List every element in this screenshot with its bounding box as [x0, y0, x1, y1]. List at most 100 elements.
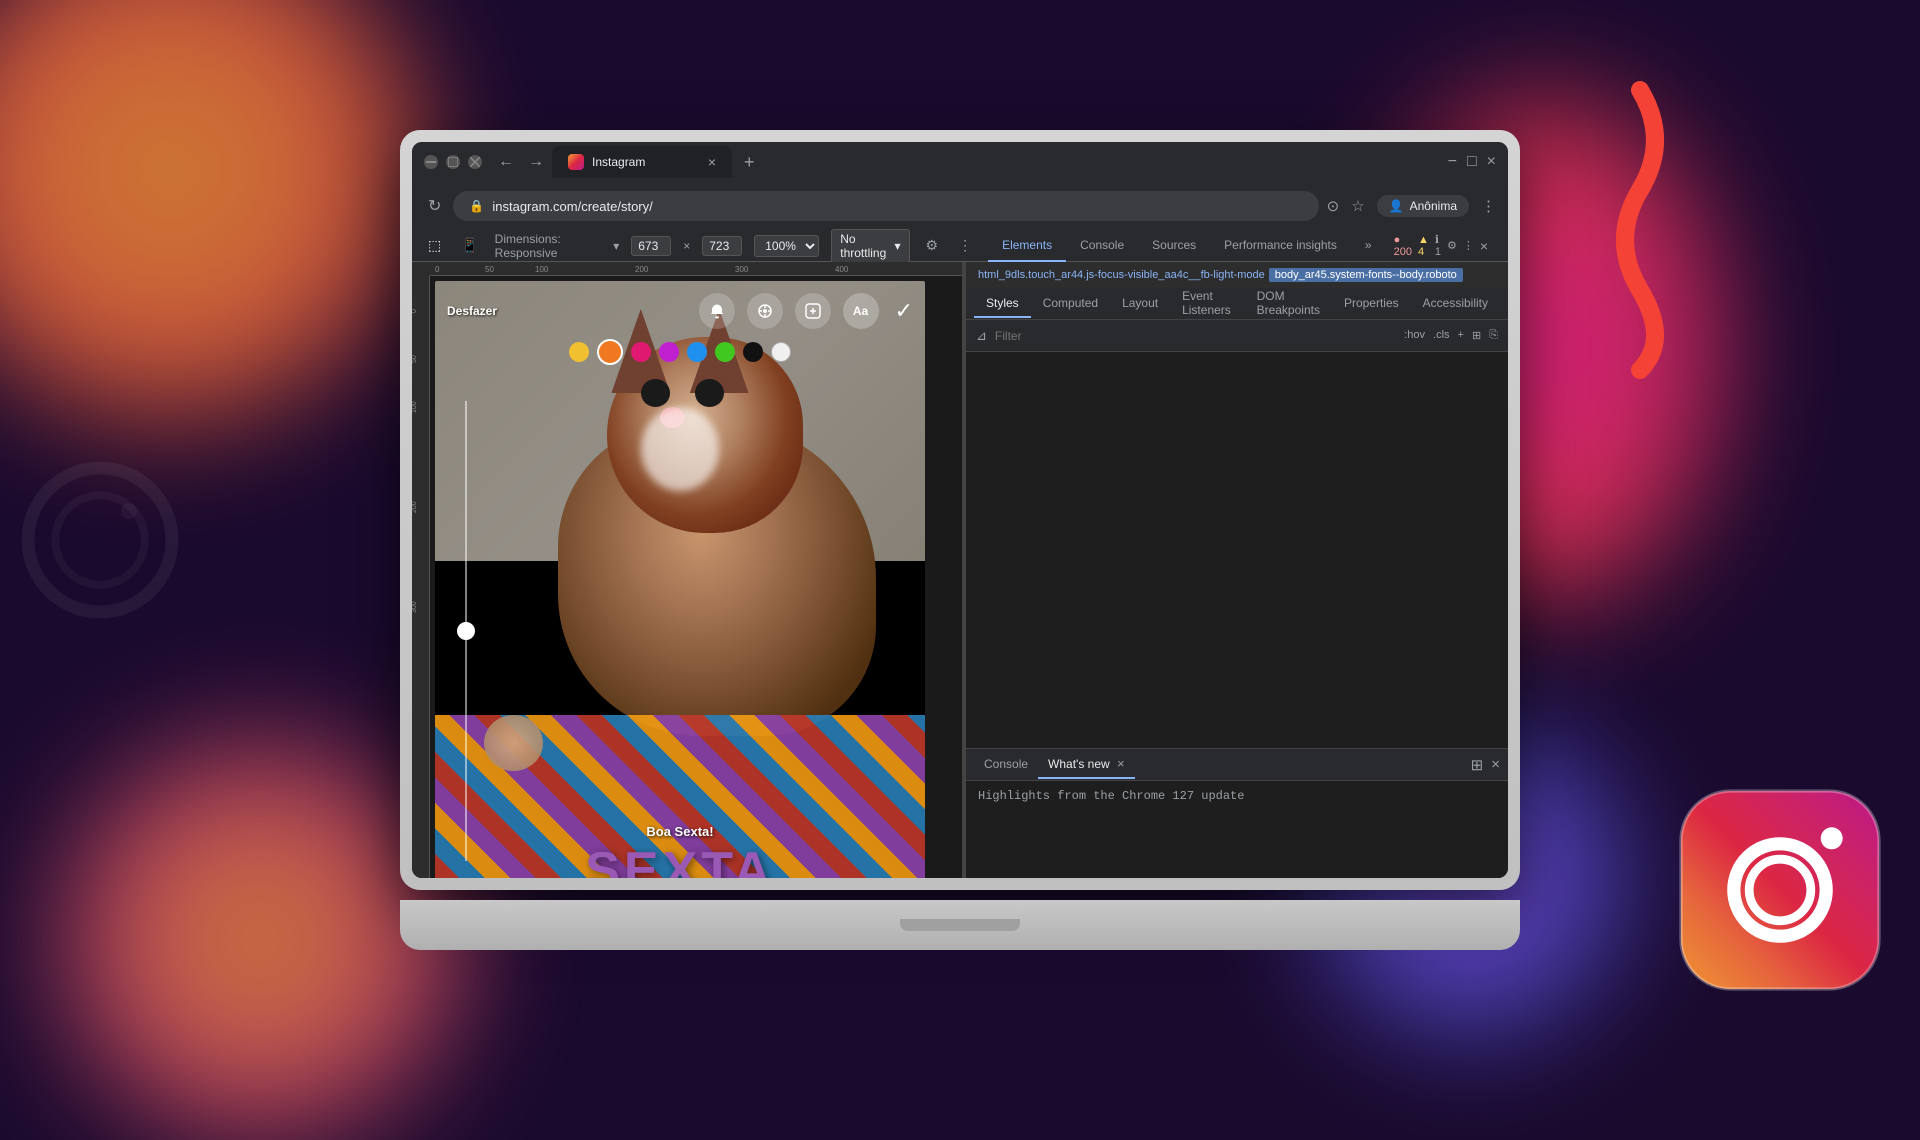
color-orange-selected[interactable] — [597, 339, 623, 365]
text-tool-button[interactable]: Aa — [843, 293, 879, 329]
maximize-button[interactable] — [446, 155, 460, 169]
device-toggle-icon[interactable]: 📱 — [457, 235, 482, 256]
new-tab-button[interactable]: + — [736, 152, 763, 173]
story-viewport: Desfazer — [430, 276, 962, 878]
tab-performance-insights[interactable]: Performance insights — [1210, 230, 1351, 262]
tab-computed[interactable]: Computed — [1031, 290, 1110, 318]
color-blue[interactable] — [687, 342, 707, 362]
color-palette — [569, 339, 791, 365]
cat-eye-left — [641, 379, 670, 407]
tab-title: Instagram — [592, 155, 645, 169]
tab-event-listeners[interactable]: Event Listeners — [1170, 283, 1244, 325]
whats-new-tab[interactable]: What's new × — [1038, 750, 1135, 779]
console-content: Highlights from the Chrome 127 update — [966, 781, 1508, 878]
tab-dom-breakpoints[interactable]: DOM Breakpoints — [1245, 283, 1332, 325]
tab-accessibility[interactable]: Accessibility — [1411, 290, 1500, 318]
color-black[interactable] — [743, 342, 763, 362]
svg-text:100: 100 — [535, 265, 549, 274]
zoom-select[interactable]: 100% — [754, 235, 819, 257]
styles-content — [966, 352, 1508, 748]
color-white[interactable] — [771, 342, 791, 362]
sticker-tool-button[interactable] — [795, 293, 831, 329]
cat-paw — [484, 715, 543, 771]
dimensions-x: × — [683, 239, 690, 253]
copy-styles-button[interactable]: ⎘ — [1489, 329, 1498, 342]
color-pink[interactable] — [631, 342, 651, 362]
devtools-more-icon[interactable]: ⋮ — [1463, 239, 1474, 252]
svg-text:0: 0 — [412, 309, 418, 313]
network-conditions-icon[interactable]: ⚙ — [922, 235, 943, 256]
devtools-settings-icon[interactable]: ⚙ — [1447, 239, 1457, 252]
brush-size-slider[interactable] — [457, 381, 475, 861]
console-tab[interactable]: Console — [974, 751, 1038, 779]
tab-styles[interactable]: Styles — [974, 290, 1031, 318]
bookmark-icon[interactable]: ☆ — [1351, 197, 1364, 215]
hover-pseudo-button[interactable]: :hov — [1404, 329, 1425, 342]
ruler-vertical: 0 50 100 200 300 — [412, 276, 430, 878]
tab-sources[interactable]: Sources — [1138, 230, 1210, 262]
minimize-button[interactable] — [424, 155, 438, 169]
tab-layout[interactable]: Layout — [1110, 290, 1170, 318]
preview-pane: 0 50 100 200 300 400 0 — [412, 262, 962, 878]
toggle-layout-button[interactable]: ⊞ — [1472, 329, 1481, 342]
cat-marking — [641, 407, 719, 491]
svg-text:300: 300 — [412, 601, 418, 613]
add-style-button[interactable]: + — [1458, 329, 1464, 342]
active-tab[interactable]: Instagram × — [552, 146, 732, 178]
dimensions-separator1: ▾ — [613, 239, 619, 253]
color-yellow[interactable] — [569, 342, 589, 362]
back-button[interactable]: ← — [494, 149, 518, 175]
location-tool-button[interactable] — [747, 293, 783, 329]
profile-label: Anônima — [1410, 199, 1457, 213]
color-green[interactable] — [715, 342, 735, 362]
throttle-button[interactable]: No throttling ▾ — [831, 229, 909, 263]
info-count: ℹ 1 — [1435, 233, 1441, 258]
minimize-icon[interactable]: − — [1448, 153, 1457, 171]
tab-close-button[interactable]: × — [708, 154, 716, 170]
breadcrumb-body[interactable]: body_ar45.system-fonts--body.roboto — [1269, 268, 1463, 282]
profile-button[interactable]: 👤 Anônima — [1377, 195, 1469, 217]
whats-new-tab-close[interactable]: × — [1117, 756, 1125, 771]
svg-text:300: 300 — [735, 265, 749, 274]
responsive-bar: ⬚ 📱 Dimensions: Responsive ▾ × 100% No t… — [412, 230, 1508, 262]
extensions-icon[interactable]: ⊙ — [1327, 197, 1340, 215]
ig-logo-right-decoration — [1670, 780, 1890, 1000]
devtools-close-icon[interactable]: × — [1480, 238, 1488, 254]
url-text: instagram.com/create/story/ — [492, 199, 652, 214]
height-input[interactable] — [702, 236, 742, 256]
class-pseudo-button[interactable]: .cls — [1433, 329, 1450, 342]
bell-tool-button[interactable] — [699, 293, 735, 329]
confirm-button[interactable]: ✓ — [895, 298, 913, 324]
tab-properties[interactable]: Properties — [1332, 290, 1411, 318]
forward-button[interactable]: → — [524, 149, 548, 175]
console-tabs: Console What's new × ⊞ × — [966, 749, 1508, 781]
close-window-button[interactable] — [468, 155, 482, 169]
filter-bar: ⊿ :hov .cls + ⊞ ⎘ — [966, 320, 1508, 352]
close-icon[interactable]: × — [1487, 153, 1496, 171]
svg-text:400: 400 — [835, 265, 849, 274]
svg-text:50: 50 — [485, 265, 494, 274]
width-input[interactable] — [631, 236, 671, 256]
undo-button[interactable]: Desfazer — [447, 304, 497, 318]
squiggle-decoration — [1580, 80, 1700, 380]
throttle-label: No throttling — [840, 232, 890, 260]
tab-elements[interactable]: Elements — [988, 230, 1066, 262]
error-count: ● 200 — [1394, 234, 1412, 258]
console-close-icon[interactable]: × — [1491, 756, 1500, 773]
filter-input[interactable] — [995, 329, 1396, 343]
url-input[interactable]: 🔒 instagram.com/create/story/ — [453, 191, 1318, 221]
tab-console[interactable]: Console — [1066, 230, 1138, 262]
slider-handle[interactable] — [457, 622, 475, 640]
svg-text:100: 100 — [412, 401, 418, 413]
console-dock-icon[interactable]: ⊞ — [1471, 756, 1484, 774]
breadcrumb-html[interactable]: html_9dls.touch_ar44.js-focus-visible_aa… — [978, 269, 1265, 281]
inspect-element-icon[interactable]: ⬚ — [424, 235, 445, 256]
svg-text:50: 50 — [412, 355, 418, 363]
more-tabs-button[interactable]: » — [1351, 230, 1386, 262]
refresh-button[interactable]: ↻ — [424, 192, 445, 220]
color-purple[interactable] — [659, 342, 679, 362]
responsive-options-icon[interactable]: ⋮ — [954, 235, 976, 256]
more-options-icon[interactable]: ⋮ — [1481, 197, 1496, 215]
story-toolbar: Desfazer — [435, 293, 925, 329]
maximize-icon[interactable]: □ — [1467, 153, 1477, 171]
